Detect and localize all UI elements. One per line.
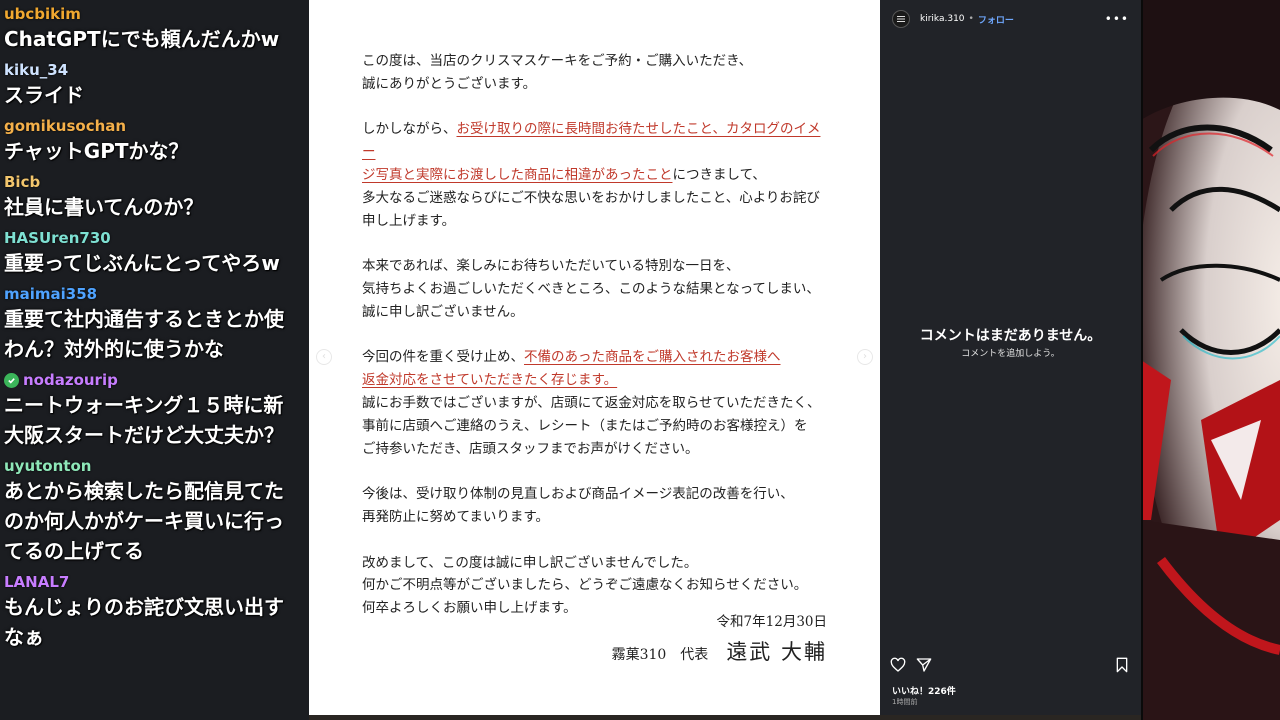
chat-text: 重要て社内通告するときとか使 わん？対外的に使うかな bbox=[4, 307, 284, 361]
chat-username[interactable]: HASUren730 bbox=[4, 228, 309, 248]
letter-paragraph: 今回の件を重く受け止め、不備のあった商品をご購入されたお客様へ 返金対応をさせて… bbox=[362, 346, 832, 460]
separator: • bbox=[968, 14, 974, 24]
post-header: kirika.310 • フォロー ••• bbox=[880, 0, 1141, 38]
chat-text: 社員に書いてんのか？ bbox=[4, 195, 204, 219]
letter-text: につきまして、 bbox=[672, 166, 766, 183]
chat-message: Bicb 社員に書いてんのか？ bbox=[4, 172, 309, 222]
follow-button[interactable]: フォロー bbox=[978, 13, 1014, 26]
post-actions bbox=[890, 657, 1130, 675]
chat-message: kiku_34 スライド bbox=[4, 60, 309, 110]
letter-line: 申し上げます。 bbox=[362, 212, 456, 229]
chat-text: 重要ってじぶんにとってやろw bbox=[4, 251, 280, 275]
bookmark-icon[interactable] bbox=[1114, 657, 1130, 677]
letter-line: この度は、当店のクリスマスケーキをご予約・ご購入いただき、 bbox=[362, 53, 753, 69]
chat-message: nodazourip ニートウォーキング１５時に新 大阪スタートだけど大丈夫か？ bbox=[4, 370, 309, 450]
chat-text: もんじょりのお詫び文思い出す なぁ bbox=[4, 595, 284, 649]
avatar[interactable] bbox=[892, 10, 910, 28]
chat-text: あとから検索したら配信見てた のか何人かがケーキ買いに行っ てるの上げてる bbox=[4, 479, 284, 563]
empty-comments: コメントはまだありません。 コメントを追加しよう。 bbox=[880, 326, 1141, 362]
chat-text: スライド bbox=[4, 83, 84, 107]
letter-line: ジ写真と実際にお渡しした商品に相違があったことにつきまして、 bbox=[362, 164, 832, 187]
letter-line: しかしながら、お受け取りの際に長時間お待たせしたこと、カタログのイメー bbox=[362, 118, 832, 164]
letter-line: 誠にお手数ではございますが、店頭にて返金対応を取らせていただきたく、 bbox=[362, 394, 821, 411]
chat-username[interactable]: ubcbikim bbox=[4, 4, 309, 24]
letter-paragraph: しかしながら、お受け取りの際に長時間お待たせしたこと、カタログのイメー ジ写真と… bbox=[362, 118, 832, 232]
letter-line: 多大なるご迷惑ならびにご不快な思いをおかけしましたこと、心よりお詫び bbox=[362, 189, 820, 206]
letter-paragraph: 今後は、受け取り体制の見直しおよび商品イメージ表記の改善を行い、 再発防止に努め… bbox=[362, 483, 832, 529]
video-strip bbox=[309, 715, 1141, 720]
letter-line: 返金対応をさせていただきたく存じます。 bbox=[362, 369, 832, 392]
post-image: この度は、当店のクリスマスケーキをご予約・ご購入いただき、 誠にありがとうござい… bbox=[309, 0, 880, 715]
letter-text: しかしながら、 bbox=[362, 121, 457, 138]
chat-username[interactable]: maimai358 bbox=[4, 284, 309, 304]
more-icon[interactable]: ••• bbox=[1105, 12, 1129, 26]
letter-line: 改めまして、この度は誠に申し訳ございませんでした。 bbox=[362, 554, 698, 571]
empty-comments-title: コメントはまだありません。 bbox=[919, 328, 1102, 344]
chat-username[interactable]: Bicb bbox=[4, 172, 309, 192]
chat-text: ChatGPTにでも頼んだんかw bbox=[4, 27, 280, 51]
chat-username[interactable]: uyutonton bbox=[4, 456, 309, 476]
chevron-left-icon[interactable]: ‹ bbox=[316, 349, 332, 365]
chevron-right-icon[interactable]: › bbox=[857, 349, 873, 365]
apology-letter: この度は、当店のクリスマスケーキをご予約・ご購入いただき、 誠にありがとうござい… bbox=[362, 50, 832, 643]
letter-line: 気持ちよくお過ごしいただくべきところ、このような結果となってしまい、 bbox=[362, 280, 820, 297]
chat-message: maimai358 重要て社内通告するときとか使 わん？対外的に使うかな bbox=[4, 284, 309, 364]
letter-highlight: ジ写真と実際にお渡しした商品に相違があったこと bbox=[362, 166, 673, 183]
chat-message: LANAL7 もんじょりのお詫び文思い出す なぁ bbox=[4, 572, 309, 652]
letter-highlight: 不備のあった商品をご購入されたお客様へ bbox=[524, 349, 781, 366]
letter-paragraph: 本来であれば、楽しみにお待ちいただいている特別な一日を、 気持ちよくお過ごしいた… bbox=[362, 255, 832, 323]
letter-org: 霧菓310 代表 bbox=[611, 647, 709, 663]
chat-username[interactable]: LANAL7 bbox=[4, 572, 309, 592]
empty-comments-subtitle: コメントを追加しよう。 bbox=[961, 349, 1060, 359]
letter-signature: 霧菓310 代表 遠武 大輔 bbox=[612, 636, 827, 666]
letter-name: 遠武 大輔 bbox=[726, 640, 827, 664]
letter-line: 本来であれば、楽しみにお待ちいただいている特別な一日を、 bbox=[362, 258, 740, 275]
letter-line: 事前に店頭へご連絡のうえ、レシート（またはご予約時のお客様控え）を bbox=[362, 417, 808, 434]
letter-highlight: 返金対応をさせていただきたく存じます。 bbox=[362, 372, 618, 389]
chat-message: uyutonton あとから検索したら配信見てた のか何人かがケーキ買いに行っ … bbox=[4, 456, 309, 566]
chat-message: gomikusochan チャットGPTかな？ bbox=[4, 116, 309, 166]
chat-username[interactable]: kiku_34 bbox=[4, 60, 309, 80]
letter-line: 誠に申し訳ございません。 bbox=[362, 303, 524, 320]
chat-username[interactable]: nodazourip bbox=[4, 370, 309, 390]
like-count[interactable]: いいね！226件 bbox=[892, 684, 956, 697]
heart-icon[interactable] bbox=[890, 657, 906, 677]
letter-line: ご持参いただき、店頭スタッフまでお声がけください。 bbox=[362, 440, 699, 457]
letter-line: 誠にありがとうございます。 bbox=[362, 75, 537, 92]
chat-panel: ubcbikim ChatGPTにでも頼んだんかw kiku_34 スライド g… bbox=[0, 0, 309, 720]
letter-line: 今回の件を重く受け止め、不備のあった商品をご購入されたお客様へ bbox=[362, 346, 832, 369]
chat-message: HASUren730 重要ってじぶんにとってやろw bbox=[4, 228, 309, 278]
letter-paragraph: この度は、当店のクリスマスケーキをご予約・ご購入いただき、 誠にありがとうござい… bbox=[362, 50, 832, 96]
post-sidebar: kirika.310 • フォロー ••• コメントはまだありません。 コメント… bbox=[880, 0, 1141, 715]
stream-artwork bbox=[1141, 0, 1280, 720]
letter-line: 何かご不明点等がございましたら、どうぞご遠慮なくお知らせください。 bbox=[362, 577, 808, 594]
share-icon[interactable] bbox=[916, 657, 932, 677]
chat-text: チャットGPTかな？ bbox=[4, 139, 189, 163]
verified-icon bbox=[4, 372, 19, 388]
post-time: 1時間前 bbox=[892, 698, 918, 706]
chat-message: ubcbikim ChatGPTにでも頼んだんかw bbox=[4, 4, 309, 54]
letter-text: 今回の件を重く受け止め、 bbox=[362, 349, 524, 366]
post-username[interactable]: kirika.310 bbox=[920, 14, 965, 24]
chat-text: ニートウォーキング１５時に新 大阪スタートだけど大丈夫か？ bbox=[4, 393, 284, 447]
letter-line: 今後は、受け取り体制の見直しおよび商品イメージ表記の改善を行い、 bbox=[362, 486, 794, 503]
letter-line: 再発防止に努めてまいります。 bbox=[362, 508, 549, 525]
chat-username[interactable]: gomikusochan bbox=[4, 116, 309, 136]
letter-date: 令和7年12月30日 bbox=[716, 614, 827, 630]
